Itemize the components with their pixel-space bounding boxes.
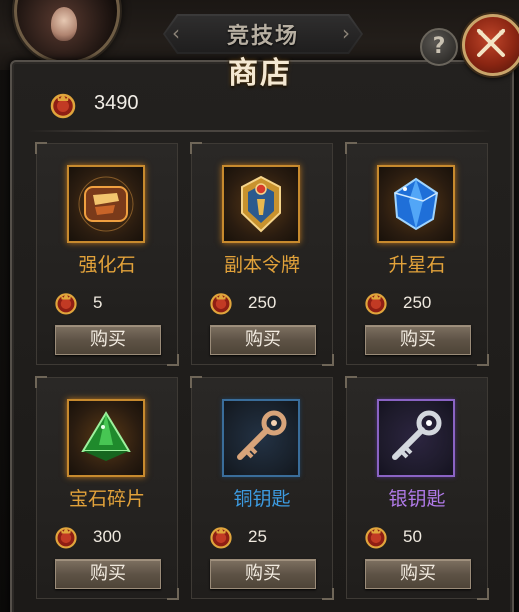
item-icon-frame[interactable] — [67, 165, 145, 243]
star-up-stone-icon — [393, 177, 439, 231]
buy-button[interactable]: 购买 — [365, 559, 471, 589]
buy-button[interactable]: 购买 — [365, 325, 471, 355]
buy-button[interactable]: 购买 — [55, 559, 161, 589]
price-value: 5 — [93, 293, 103, 312]
arena-shop-screen: ‹ › 竞技场 商店 ? 3490 强化石 5 购买 副本令牌 250 购买 升… — [0, 0, 519, 612]
medal-coin-icon — [210, 293, 232, 315]
price-value: 250 — [248, 293, 277, 312]
buy-button[interactable]: 购买 — [55, 325, 161, 355]
shop-item-dungeon-token: 副本令牌 250 购买 — [190, 142, 334, 366]
enhance-stone-icon — [78, 176, 134, 232]
help-button[interactable]: ? — [420, 28, 458, 66]
item-icon-frame[interactable] — [222, 399, 300, 477]
close-button[interactable] — [462, 14, 519, 76]
item-icon-frame[interactable] — [377, 165, 455, 243]
shop-title: 商店 — [228, 56, 292, 91]
shop-item-copper-key: 铜钥匙 25 购买 — [190, 376, 334, 600]
currency-amount: 3490 — [94, 92, 139, 114]
shop-item-gem-fragment: 宝石碎片 300 购买 — [35, 376, 179, 600]
price-value: 300 — [93, 527, 122, 546]
item-name: 铜钥匙 — [233, 488, 291, 510]
price-value: 250 — [403, 293, 432, 312]
gem-fragment-icon — [81, 411, 131, 461]
medal-coin-icon — [55, 293, 77, 315]
divider — [28, 130, 492, 132]
medal-coin-icon — [55, 527, 77, 549]
item-name: 宝石碎片 — [68, 488, 145, 510]
arena-title: 竞技场 — [226, 24, 299, 49]
medal-coin-icon — [50, 93, 76, 119]
shop-item-star-up-stone: 升星石 250 购买 — [345, 142, 489, 366]
item-name: 银钥匙 — [388, 488, 446, 510]
item-grid: 强化石 5 购买 副本令牌 250 购买 升星石 250 购买 宝石碎片 300… — [35, 142, 489, 612]
medal-coin-icon — [210, 527, 232, 549]
buy-button[interactable]: 购买 — [210, 325, 316, 355]
medal-coin-icon — [365, 527, 387, 549]
item-name: 副本令牌 — [223, 254, 300, 276]
crossed-swords-icon — [477, 29, 505, 57]
item-name: 强化石 — [78, 254, 136, 276]
item-icon-frame[interactable] — [67, 399, 145, 477]
dungeon-token-icon — [241, 175, 281, 233]
shop-item-silver-key: 银钥匙 50 购买 — [345, 376, 489, 600]
price-value: 50 — [403, 527, 422, 546]
avatar-face — [51, 7, 77, 41]
silver-key-icon — [392, 410, 442, 460]
item-icon-frame[interactable] — [377, 399, 455, 477]
medal-coin-icon — [365, 293, 387, 315]
item-name: 升星石 — [388, 254, 446, 276]
price-value: 25 — [248, 527, 267, 546]
item-icon-frame[interactable] — [222, 165, 300, 243]
buy-button[interactable]: 购买 — [210, 559, 316, 589]
shop-item-enhance-stone: 强化石 5 购买 — [35, 142, 179, 366]
copper-key-icon — [237, 410, 287, 460]
